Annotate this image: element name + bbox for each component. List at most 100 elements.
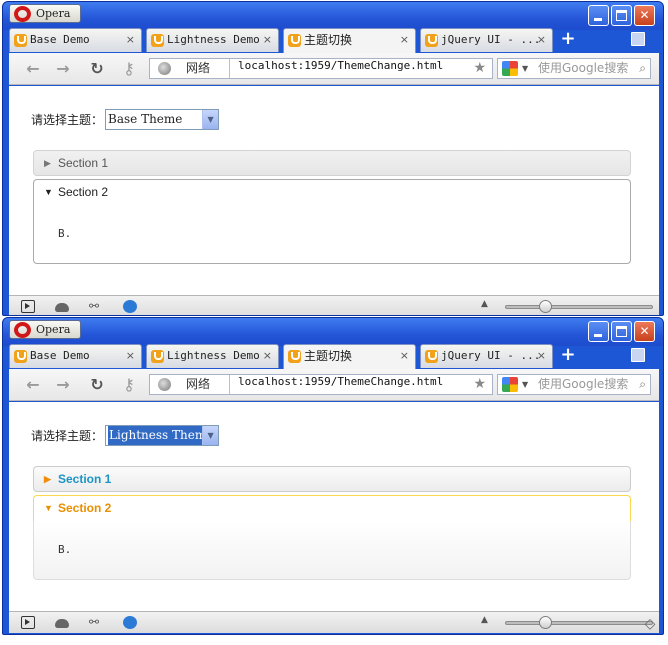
link-share-icon[interactable]: ⚯ — [89, 300, 103, 313]
reload-icon[interactable]: ↻ — [87, 59, 107, 79]
tab-jquery-ui[interactable]: jQuery UI - ... × — [420, 28, 553, 52]
tab-close-icon[interactable]: × — [400, 345, 409, 367]
accordion-header-section-2[interactable]: ▼ Section 2 — [33, 495, 631, 521]
jquery-tab-icon — [425, 34, 438, 47]
reload-icon[interactable]: ↻ — [87, 375, 107, 395]
turbo-icon[interactable] — [123, 616, 137, 629]
jquery-tab-icon — [288, 350, 301, 363]
new-tab-button[interactable]: + — [558, 344, 578, 366]
browser-window-lightness: Opera ✕ Base Demo × Lightness Demo × 主题切… — [2, 317, 664, 635]
caret-right-icon: ▶ — [44, 158, 51, 168]
title-bar: Opera ✕ — [3, 318, 663, 346]
zoom-slider[interactable] — [505, 305, 653, 309]
accordion-header-section-1[interactable]: ▶ Section 1 — [33, 150, 631, 176]
jquery-tab-icon — [151, 350, 164, 363]
accordion-panel-section-2: B. — [33, 205, 631, 264]
tab-base-demo[interactable]: Base Demo × — [9, 28, 142, 52]
accordion-header-section-2[interactable]: ▼ Section 2 — [33, 179, 631, 205]
tab-close-icon[interactable]: × — [126, 345, 135, 367]
zoom-slider-thumb[interactable] — [539, 300, 552, 313]
search-icon[interactable]: ⌕ — [639, 59, 646, 78]
theme-select[interactable]: Lightness Theme ▼ — [105, 424, 220, 446]
close-window-button[interactable]: ✕ — [634, 321, 655, 342]
theme-label: 请选择主题： — [31, 112, 104, 127]
status-bar: ⚯ ▲ — [9, 295, 659, 315]
panel-toggle-icon[interactable] — [21, 616, 35, 629]
unite-cloud-icon[interactable] — [55, 619, 69, 628]
search-field[interactable]: ▼ 使用Google搜索 ⌕ — [497, 374, 651, 395]
new-tab-button[interactable]: + — [558, 28, 578, 50]
unite-cloud-icon[interactable] — [55, 303, 69, 312]
tab-base-demo[interactable]: Base Demo × — [9, 344, 142, 368]
back-icon[interactable]: ← — [23, 375, 43, 395]
search-icon[interactable]: ⌕ — [639, 375, 646, 394]
google-icon[interactable] — [502, 377, 518, 392]
theme-row: 请选择主题： Lightness Theme ▼ — [31, 424, 220, 446]
tab-jquery-ui[interactable]: jQuery UI - ... × — [420, 344, 553, 368]
wand-key-icon[interactable]: ⚷ — [117, 375, 141, 395]
theme-select[interactable]: Base Theme ▼ — [105, 108, 220, 130]
tab-bar: Base Demo × Lightness Demo × 主题切换 × jQue… — [3, 28, 663, 53]
trash-icon[interactable] — [631, 32, 645, 46]
url-field[interactable]: localhost:1959/ThemeChange.html — [238, 59, 443, 72]
minimize-button[interactable] — [588, 5, 609, 26]
maximize-button[interactable] — [611, 321, 632, 342]
minimize-button[interactable] — [588, 321, 609, 342]
turbo-icon[interactable] — [123, 300, 137, 313]
caret-up-icon[interactable]: ▲ — [481, 615, 488, 625]
zoom-slider[interactable] — [505, 621, 653, 625]
address-bar[interactable]: 网络 localhost:1959/ThemeChange.html ★ — [149, 374, 493, 395]
tab-close-icon[interactable]: × — [400, 29, 409, 51]
toolbar: ← → ↻ ⚷ 网络 localhost:1959/ThemeChange.ht… — [9, 369, 659, 401]
caret-up-icon[interactable]: ▲ — [481, 299, 488, 309]
link-share-icon[interactable]: ⚯ — [89, 616, 103, 629]
wand-key-icon[interactable]: ⚷ — [117, 59, 141, 79]
chevron-down-icon[interactable]: ▼ — [522, 60, 528, 77]
page-content: 请选择主题： Lightness Theme ▼ ▶ Section 1 ▼ S… — [9, 402, 659, 611]
tab-theme-switch[interactable]: 主题切换 × — [283, 28, 416, 53]
page-content: 请选择主题： Base Theme ▼ ▶ Section 1 ▼ Sectio… — [9, 86, 659, 295]
jquery-tab-icon — [14, 34, 27, 47]
caret-down-icon: ▼ — [44, 187, 53, 197]
theme-row: 请选择主题： Base Theme ▼ — [31, 108, 220, 130]
chevron-down-icon[interactable]: ▼ — [522, 376, 528, 393]
maximize-button[interactable] — [611, 5, 632, 26]
jquery-tab-icon — [288, 34, 301, 47]
close-window-button[interactable]: ✕ — [634, 5, 655, 26]
panel-toggle-icon[interactable] — [21, 300, 35, 313]
forward-icon[interactable]: → — [53, 59, 73, 79]
opera-menu-button[interactable]: Opera — [9, 4, 81, 23]
bookmark-star-icon[interactable]: ★ — [473, 375, 486, 394]
opera-menu-button[interactable]: Opera — [9, 320, 81, 339]
tab-lightness-demo[interactable]: Lightness Demo × — [146, 344, 279, 368]
globe-icon — [158, 378, 171, 391]
tab-close-icon[interactable]: × — [537, 345, 546, 367]
tab-lightness-demo[interactable]: Lightness Demo × — [146, 28, 279, 52]
url-field[interactable]: localhost:1959/ThemeChange.html — [238, 375, 443, 388]
forward-icon[interactable]: → — [53, 375, 73, 395]
back-icon[interactable]: ← — [23, 59, 43, 79]
resize-grip-icon[interactable]: ◇ — [641, 615, 659, 633]
tab-close-icon[interactable]: × — [263, 345, 272, 367]
tab-theme-switch[interactable]: 主题切换 × — [283, 344, 416, 369]
accordion-header-section-1[interactable]: ▶ Section 1 — [33, 466, 631, 492]
search-field[interactable]: ▼ 使用Google搜索 ⌕ — [497, 58, 651, 79]
chevron-down-icon[interactable]: ▼ — [202, 109, 219, 129]
jquery-tab-icon — [425, 350, 438, 363]
accordion: ▶ Section 1 ▼ Section 2 B. — [33, 150, 631, 264]
tab-close-icon[interactable]: × — [537, 29, 546, 51]
chevron-down-icon[interactable]: ▼ — [202, 425, 219, 445]
globe-icon — [158, 62, 171, 75]
tab-close-icon[interactable]: × — [263, 29, 272, 51]
browser-window-base: Opera ✕ Base Demo × Lightness Demo × 主题切… — [2, 1, 664, 316]
accordion: ▶ Section 1 ▼ Section 2 B. — [33, 466, 631, 580]
tab-close-icon[interactable]: × — [126, 29, 135, 51]
opera-logo-icon — [14, 322, 31, 338]
jquery-tab-icon — [151, 34, 164, 47]
title-bar: Opera ✕ — [3, 2, 663, 30]
bookmark-star-icon[interactable]: ★ — [473, 59, 486, 78]
zoom-slider-thumb[interactable] — [539, 616, 552, 629]
google-icon[interactable] — [502, 61, 518, 76]
address-bar[interactable]: 网络 localhost:1959/ThemeChange.html ★ — [149, 58, 493, 79]
trash-icon[interactable] — [631, 348, 645, 362]
